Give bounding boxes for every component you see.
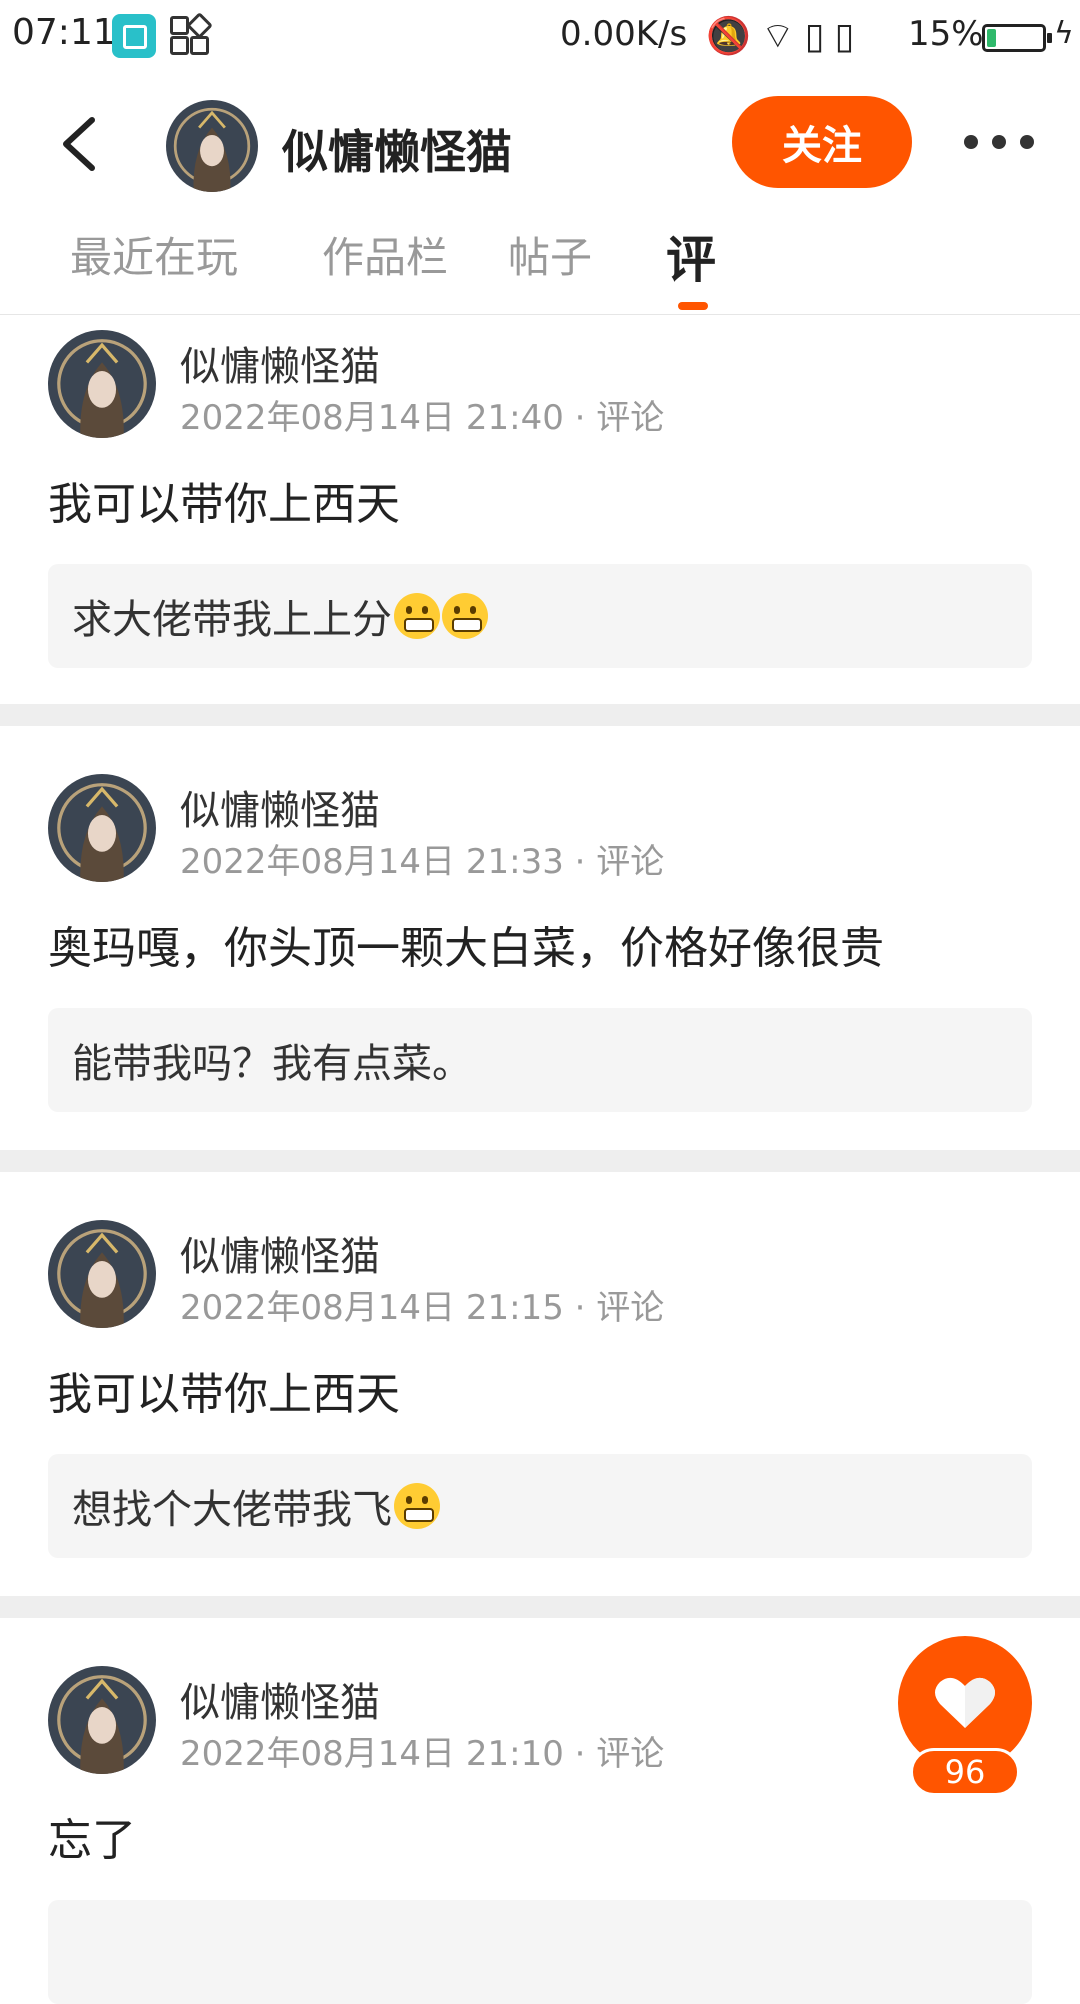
comment-body: 我可以带你上西天 [48, 479, 400, 530]
quoted-post[interactable]: 求大佬带我上上分 [48, 564, 1032, 668]
quoted-post[interactable]: 能带我吗？我有点菜。 [48, 1008, 1032, 1112]
heart-icon [935, 1677, 995, 1728]
grimace-emoji-icon [442, 593, 488, 639]
charging-icon: ϟ [1054, 16, 1074, 51]
more-options-button[interactable] [964, 132, 1034, 152]
avatar-image [48, 1666, 156, 1774]
avatar[interactable] [48, 1666, 156, 1774]
grimace-emoji-icon [394, 1483, 440, 1529]
active-tab-indicator [678, 302, 708, 310]
avatar[interactable] [48, 1220, 156, 1328]
profile-header: 似慵懒怪猫 关注 [0, 76, 1080, 210]
more-dot [964, 135, 978, 149]
wifi-icon: ⌔ [760, 16, 805, 57]
comment-body: 奥玛嘎，你头顶一颗大白菜，价格好像很贵 [48, 923, 884, 974]
comment-author: 似慵懒怪猫 [180, 1680, 380, 1726]
quoted-post-text: 求大佬带我上上分 [72, 597, 392, 643]
quoted-post[interactable]: 想找个大佬带我飞 [48, 1454, 1032, 1558]
back-button[interactable] [58, 114, 100, 174]
avatar-image [48, 774, 156, 882]
avatar[interactable] [48, 774, 156, 882]
battery-icon [982, 24, 1052, 52]
comment-meta: 2022年08月14日 21:33 · 评论 [180, 842, 665, 882]
comment-meta: 2022年08月14日 21:15 · 评论 [180, 1288, 665, 1328]
comment-meta: 2022年08月14日 21:10 · 评论 [180, 1734, 665, 1774]
screenshot-app-icon [112, 14, 156, 58]
comment-type: 评论 [596, 1288, 665, 1328]
tab-posts[interactable]: 帖子 [508, 224, 592, 285]
network-speed: 0.00K/s [560, 14, 688, 54]
comment-card[interactable]: 似慵懒怪猫 2022年08月14日 21:15 · 评论 我可以带你上西天 想找… [0, 1172, 1080, 1596]
avatar-image [48, 330, 156, 438]
divider [0, 1596, 1080, 1618]
comment-date: 2022年08月14日 21:40 [180, 398, 564, 438]
tab-recently-played[interactable]: 最近在玩 [70, 224, 238, 285]
comment-author: 似慵懒怪猫 [180, 788, 380, 834]
comment-body: 我可以带你上西天 [48, 1369, 400, 1420]
more-dot [1020, 135, 1034, 149]
tab-works[interactable]: 作品栏 [322, 224, 448, 285]
mute-bell-icon: 🔕 [706, 16, 761, 57]
comment-date: 2022年08月14日 21:10 [180, 1734, 564, 1774]
follow-button[interactable]: 关注 [732, 96, 912, 188]
comment-card[interactable]: 似慵懒怪猫 2022年08月14日 21:33 · 评论 奥玛嘎，你头顶一颗大白… [0, 726, 1080, 1150]
divider [0, 1150, 1080, 1172]
quoted-post-text: 能带我吗？我有点菜。 [72, 1041, 472, 1087]
profile-tabs: 最近在玩 作品栏 帖子 评 [0, 210, 1080, 315]
status-bar: 07:11 0.00K/s 🔕⌔▯▯ 15% ϟ [0, 0, 1080, 76]
comment-date: 2022年08月14日 21:15 [180, 1288, 564, 1328]
comment-date: 2022年08月14日 21:33 [180, 842, 564, 882]
sim2-icon: ▯ [834, 16, 865, 57]
comment-author: 似慵懒怪猫 [180, 344, 380, 390]
sim1-icon: ▯ [804, 16, 835, 57]
comment-card[interactable]: 似慵懒怪猫 2022年08月14日 21:40 · 评论 我可以带你上西天 求大… [0, 316, 1080, 704]
more-dot [992, 135, 1006, 149]
avatar-image [166, 100, 258, 192]
comment-type: 评论 [596, 398, 665, 438]
comment-body: 忘了 [48, 1815, 136, 1866]
profile-name: 似慵懒怪猫 [282, 125, 512, 179]
grimace-emoji-icon [394, 593, 440, 639]
status-icons: 🔕⌔▯▯ [706, 14, 864, 59]
comment-type: 评论 [596, 842, 665, 882]
chevron-left-icon [63, 117, 95, 171]
like-count: 96 [910, 1748, 1020, 1796]
status-time: 07:11 [12, 12, 116, 53]
avatar-image [48, 1220, 156, 1328]
comment-type: 评论 [596, 1734, 665, 1774]
avatar[interactable] [48, 330, 156, 438]
comment-meta: 2022年08月14日 21:40 · 评论 [180, 398, 665, 438]
quoted-post-text: 想找个大佬带我飞 [72, 1487, 392, 1533]
avatar[interactable] [166, 100, 258, 192]
apps-grid-icon [170, 12, 213, 56]
battery-percent: 15% [908, 14, 984, 54]
tab-comments[interactable]: 评 [666, 220, 716, 292]
quoted-post[interactable] [48, 1900, 1032, 2004]
divider [0, 704, 1080, 726]
comment-author: 似慵懒怪猫 [180, 1234, 380, 1280]
